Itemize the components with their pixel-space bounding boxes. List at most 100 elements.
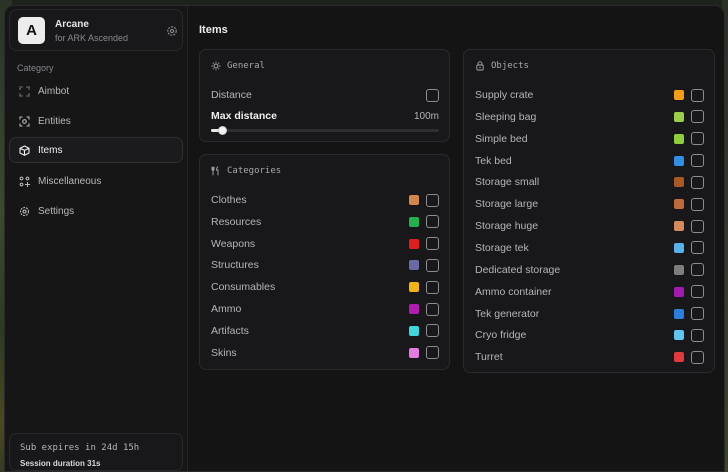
color-swatch[interactable] xyxy=(674,133,684,144)
item-label: Artifacts xyxy=(211,324,249,337)
item-controls xyxy=(674,88,704,102)
sidebar-item-label: Miscellaneous xyxy=(38,175,102,187)
color-swatch[interactable] xyxy=(674,199,684,210)
item-label: Ammo xyxy=(211,303,242,315)
enable-checkbox[interactable] xyxy=(426,258,439,272)
max-distance-label: Max distance xyxy=(211,110,277,122)
color-swatch[interactable] xyxy=(674,155,684,166)
enable-checkbox[interactable] xyxy=(691,132,704,146)
enable-checkbox[interactable] xyxy=(691,241,704,255)
enable-checkbox[interactable] xyxy=(691,307,704,320)
color-swatch[interactable] xyxy=(674,286,684,297)
item-label: Sleeping bag xyxy=(475,110,537,123)
crosshair-icon xyxy=(19,85,30,97)
enable-checkbox[interactable] xyxy=(691,154,704,168)
color-swatch[interactable] xyxy=(409,325,419,336)
enable-checkbox[interactable] xyxy=(691,285,704,299)
item-label: Clothes xyxy=(211,194,247,206)
color-swatch[interactable] xyxy=(409,347,419,358)
enable-checkbox[interactable] xyxy=(691,328,704,342)
sidebar-item-items[interactable]: Items xyxy=(9,137,183,163)
list-item: Storage huge xyxy=(475,218,704,234)
list-item: Consumables xyxy=(211,279,439,295)
item-controls xyxy=(409,193,439,207)
item-controls xyxy=(674,110,704,124)
color-swatch[interactable] xyxy=(674,177,684,188)
color-swatch[interactable] xyxy=(674,90,684,100)
item-label: Storage large xyxy=(475,198,539,211)
sidebar-item-entities[interactable]: Entities xyxy=(9,108,183,134)
enable-checkbox[interactable] xyxy=(426,324,439,338)
color-swatch[interactable] xyxy=(409,238,419,249)
color-swatch[interactable] xyxy=(674,221,684,232)
list-item: Artifacts xyxy=(211,323,439,339)
enable-checkbox[interactable] xyxy=(691,219,704,233)
item-controls xyxy=(674,241,704,255)
item-controls xyxy=(409,237,439,251)
item-controls xyxy=(409,280,439,294)
item-label: Resources xyxy=(211,215,262,228)
item-label: Consumables xyxy=(211,281,276,294)
enable-checkbox[interactable] xyxy=(426,215,439,229)
enable-checkbox[interactable] xyxy=(426,193,439,207)
list-item: Clothes xyxy=(211,192,439,208)
session-duration: Session duration 31s xyxy=(20,459,101,468)
enable-checkbox[interactable] xyxy=(691,350,704,364)
enable-checkbox[interactable] xyxy=(691,88,704,102)
enable-checkbox[interactable] xyxy=(691,263,704,277)
gear-icon[interactable] xyxy=(166,25,178,37)
app-window: A Arcane for ARK Ascended Category Aimbo… xyxy=(4,5,725,472)
enable-checkbox[interactable] xyxy=(426,237,439,251)
color-swatch[interactable] xyxy=(674,330,684,341)
color-swatch[interactable] xyxy=(409,195,419,205)
color-swatch[interactable] xyxy=(674,352,684,363)
brand-card: A Arcane for ARK Ascended xyxy=(9,9,183,51)
max-distance-slider[interactable] xyxy=(211,126,439,135)
list-item: Resources xyxy=(211,214,439,230)
item-label: Storage tek xyxy=(475,241,529,254)
enable-checkbox[interactable] xyxy=(691,197,704,211)
item-label: Skins xyxy=(211,346,237,359)
sidebar-item-aimbot[interactable]: Aimbot xyxy=(9,78,183,104)
page-title: Items xyxy=(199,24,228,36)
enable-checkbox[interactable] xyxy=(426,280,439,294)
categories-card: Categories Clothes Resources Weapons Struct… xyxy=(199,154,450,370)
color-swatch[interactable] xyxy=(409,282,419,293)
sun-icon xyxy=(211,61,221,71)
item-label: Simple bed xyxy=(475,132,528,145)
enable-checkbox[interactable] xyxy=(426,346,439,360)
enable-checkbox[interactable] xyxy=(426,302,439,316)
misc-icon xyxy=(19,176,30,187)
item-controls xyxy=(409,215,439,229)
session-info: Sub expires in 24d 15h Session duration … xyxy=(9,433,183,471)
item-controls xyxy=(409,302,439,316)
item-label: Storage small xyxy=(475,176,540,189)
list-item: Storage tek xyxy=(475,240,704,256)
sidebar-item-label: Items xyxy=(38,144,63,156)
slider-thumb[interactable] xyxy=(218,126,227,135)
item-controls xyxy=(674,263,704,277)
color-swatch[interactable] xyxy=(674,264,684,275)
item-controls xyxy=(674,328,704,342)
enable-checkbox[interactable] xyxy=(691,175,704,189)
distance-checkbox[interactable] xyxy=(426,88,439,102)
item-controls xyxy=(674,285,704,299)
color-swatch[interactable] xyxy=(674,242,684,253)
item-label: Turret xyxy=(475,351,503,364)
enable-checkbox[interactable] xyxy=(691,110,704,124)
color-swatch[interactable] xyxy=(674,111,684,122)
list-item: Sleeping bag xyxy=(475,109,704,125)
color-swatch[interactable] xyxy=(409,216,419,227)
item-controls xyxy=(674,219,704,233)
color-swatch[interactable] xyxy=(674,308,684,319)
color-swatch[interactable] xyxy=(409,260,419,271)
list-item: Ammo xyxy=(211,301,439,317)
sidebar-item-label: Entities xyxy=(38,115,71,127)
color-swatch[interactable] xyxy=(409,304,419,314)
item-label: Tek bed xyxy=(475,154,512,167)
list-item: Storage small xyxy=(475,174,704,190)
objects-title: Objects xyxy=(491,61,529,71)
app-subtitle: for ARK Ascended xyxy=(55,33,129,43)
sidebar-item-settings[interactable]: Settings xyxy=(9,198,183,224)
sidebar-item-miscellaneous[interactable]: Miscellaneous xyxy=(9,168,183,194)
